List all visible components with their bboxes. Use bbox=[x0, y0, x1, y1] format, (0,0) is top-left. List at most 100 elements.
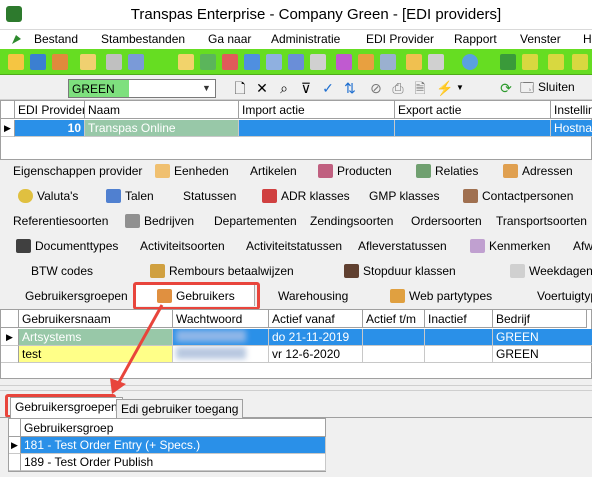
tab-documenttypes[interactable]: Documenttypes bbox=[16, 235, 118, 257]
folder-icon[interactable] bbox=[8, 54, 24, 70]
tab-producten[interactable]: Producten bbox=[318, 160, 392, 182]
col-edi-provider[interactable]: EDI Provider bbox=[15, 101, 85, 119]
tab-eenheden[interactable]: Eenheden bbox=[155, 160, 229, 182]
group-row[interactable]: 189 - Test Order Publish bbox=[21, 454, 326, 471]
refresh-icon[interactable]: ⟳ bbox=[498, 80, 514, 96]
menu-ga-naar[interactable]: Ga naar bbox=[208, 32, 251, 46]
tab-artikelen[interactable]: Artikelen bbox=[250, 160, 297, 182]
people-icon[interactable] bbox=[52, 54, 68, 70]
list-icon[interactable] bbox=[244, 54, 260, 70]
tab-gmp-klasses[interactable]: GMP klasses bbox=[369, 185, 439, 207]
tab-zendingsoorten[interactable]: Zendingsoorten bbox=[310, 210, 393, 232]
checklist-icon[interactable]: ✓ bbox=[320, 80, 336, 96]
col-naam[interactable]: Naam bbox=[85, 101, 239, 119]
tab-weekdagen[interactable]: Weekdagen bbox=[510, 260, 592, 282]
tab-referentiesoorten[interactable]: Referentiesoorten bbox=[13, 210, 108, 232]
calculator-icon[interactable] bbox=[310, 54, 326, 70]
tab-warehousing[interactable]: Warehousing bbox=[278, 285, 348, 307]
tab-gebruikersgroepen[interactable]: Gebruikersgroepen bbox=[25, 285, 128, 307]
documents-icon[interactable] bbox=[106, 54, 122, 70]
user-inactive-cell[interactable] bbox=[425, 329, 493, 346]
col-gebruikersnaam[interactable]: Gebruikersnaam bbox=[19, 310, 173, 328]
col-bedrijf[interactable]: Bedrijf bbox=[493, 310, 587, 328]
lightning-dropdown-icon[interactable]: ▼ bbox=[452, 80, 468, 96]
user-name-cell[interactable]: Artsystems bbox=[19, 329, 173, 346]
tab-adr-klasses[interactable]: ADR klasses bbox=[262, 185, 350, 207]
preview-icon[interactable]: 🗎 bbox=[412, 80, 428, 96]
filter-icon[interactable]: ⊽ bbox=[298, 80, 314, 96]
user-active-from-cell[interactable]: vr 12-6-2020 bbox=[269, 346, 363, 363]
tab-statussen[interactable]: Statussen bbox=[183, 185, 236, 207]
tab-afleverstatussen[interactable]: Afleverstatussen bbox=[358, 235, 447, 257]
binoculars-icon[interactable]: ⌕ bbox=[276, 80, 292, 96]
menu-rapport[interactable]: Rapport bbox=[454, 32, 497, 46]
truck-yellow-icon[interactable] bbox=[522, 54, 538, 70]
trailer-icon[interactable] bbox=[548, 54, 564, 70]
print-icon[interactable]: ⎙ bbox=[390, 80, 406, 96]
user-company-cell[interactable]: GREEN bbox=[493, 329, 592, 346]
close-window-icon[interactable]: 🗔 bbox=[519, 80, 535, 96]
company-select[interactable]: GREEN ▼ bbox=[68, 79, 216, 98]
tab-gebruikersgroepen-detail[interactable]: Gebruikersgroepen bbox=[10, 397, 123, 418]
menu-stambestanden[interactable]: Stambestanden bbox=[101, 32, 185, 46]
new-document-icon[interactable]: 🗋 bbox=[232, 80, 248, 96]
delete-icon[interactable]: ✕ bbox=[254, 80, 270, 96]
col-instelling[interactable]: Instelling bbox=[551, 101, 592, 119]
chart-icon[interactable] bbox=[288, 54, 304, 70]
tab-stopduur-klassen[interactable]: Stopduur klassen bbox=[344, 260, 456, 282]
tab-transportsoorten[interactable]: Transportsoorten bbox=[496, 210, 587, 232]
tab-adressen[interactable]: Adressen bbox=[503, 160, 573, 182]
grid-icon[interactable] bbox=[380, 54, 396, 70]
tab-web-partytypes[interactable]: Web partytypes bbox=[390, 285, 492, 307]
tab-voertuigtype[interactable]: Voertuigtype bbox=[537, 285, 592, 307]
cancel-icon[interactable]: ⊘ bbox=[368, 80, 384, 96]
user-name-cell[interactable]: test bbox=[19, 346, 173, 363]
tab-activiteitstatussen[interactable]: Activiteitstatussen bbox=[246, 235, 342, 257]
puzzle-icon[interactable] bbox=[222, 54, 238, 70]
user-password-cell[interactable] bbox=[173, 329, 269, 346]
provider-setting-cell[interactable]: Hostnam bbox=[551, 120, 592, 137]
table-icon[interactable] bbox=[266, 54, 282, 70]
sort-icon[interactable]: ⇅ bbox=[342, 80, 358, 96]
menu-bestand[interactable]: Bestand bbox=[34, 32, 78, 46]
tab-edi-gebruiker-toegang[interactable]: Edi gebruiker toegang bbox=[116, 399, 244, 418]
col-actief-tm[interactable]: Actief t/m bbox=[363, 310, 425, 328]
close-button[interactable]: Sluiten bbox=[538, 80, 575, 94]
col-import-actie[interactable]: Import actie bbox=[239, 101, 395, 119]
tab-departementen[interactable]: Departementen bbox=[214, 210, 297, 232]
col-gebruikersgroep[interactable]: Gebruikersgroep bbox=[21, 419, 326, 437]
group-icon[interactable] bbox=[128, 54, 144, 70]
lightning-icon[interactable]: ⚡ bbox=[436, 80, 453, 96]
tab-activiteitsoorten[interactable]: Activiteitsoorten bbox=[140, 235, 225, 257]
provider-id-cell[interactable]: 10 bbox=[15, 120, 85, 137]
key-icon[interactable] bbox=[406, 54, 422, 70]
truck-icon[interactable] bbox=[30, 54, 46, 70]
tab-talen[interactable]: Talen bbox=[106, 185, 154, 207]
col-wachtwoord[interactable]: Wachtwoord bbox=[173, 310, 269, 328]
tab-eigenschappen-provider[interactable]: Eigenschappen provider bbox=[13, 160, 142, 182]
truck-green-icon[interactable] bbox=[500, 54, 516, 70]
users-icon[interactable] bbox=[80, 54, 96, 70]
menu-administratie[interactable]: Administratie bbox=[271, 32, 340, 46]
user-active-to-cell[interactable] bbox=[363, 329, 425, 346]
splitter[interactable] bbox=[0, 385, 592, 391]
network-icon[interactable] bbox=[200, 54, 216, 70]
tab-contactpersonen[interactable]: Contactpersonen bbox=[463, 185, 573, 207]
app-menu-icon[interactable] bbox=[10, 33, 23, 46]
tab-bedrijven[interactable]: Bedrijven bbox=[125, 210, 194, 232]
group-row[interactable]: 181 - Test Order Entry (+ Specs.) bbox=[21, 437, 326, 454]
col-actief-vanaf[interactable]: Actief vanaf bbox=[269, 310, 363, 328]
provider-import-cell[interactable] bbox=[239, 120, 395, 137]
tab-btw-codes[interactable]: BTW codes bbox=[31, 260, 93, 282]
tab-valutas[interactable]: Valuta's bbox=[18, 185, 78, 207]
page-icon[interactable] bbox=[428, 54, 444, 70]
pencil-icon[interactable] bbox=[358, 54, 374, 70]
tab-kenmerken[interactable]: Kenmerken bbox=[470, 235, 550, 257]
col-inactief[interactable]: Inactief bbox=[425, 310, 493, 328]
flag-icon[interactable] bbox=[336, 54, 352, 70]
provider-export-cell[interactable] bbox=[395, 120, 551, 137]
clipboard-icon[interactable] bbox=[178, 54, 194, 70]
tab-ordersoorten[interactable]: Ordersoorten bbox=[411, 210, 482, 232]
tab-relaties[interactable]: Relaties bbox=[416, 160, 478, 182]
menu-help[interactable]: H bbox=[583, 32, 592, 46]
